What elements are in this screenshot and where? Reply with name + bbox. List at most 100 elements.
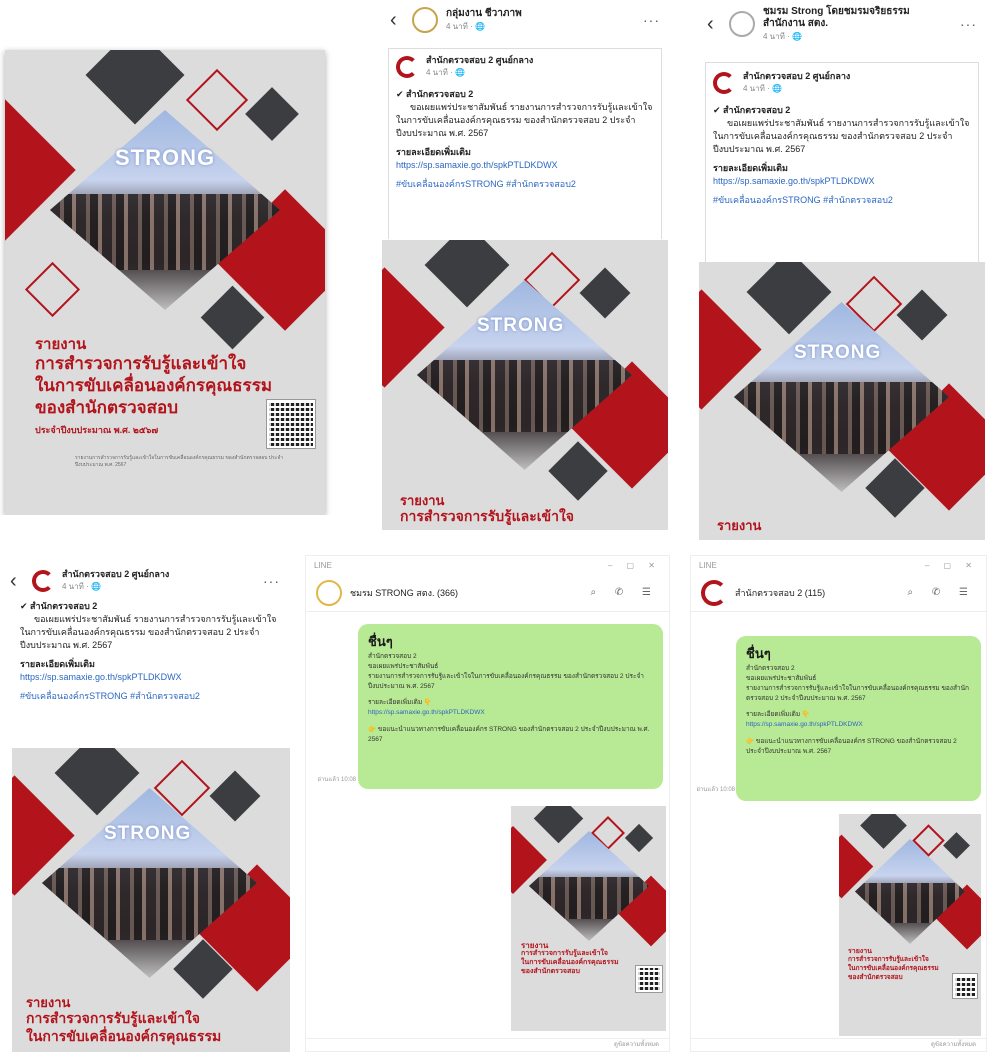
group-avatar[interactable] <box>316 579 342 606</box>
message-line2: ขอเผยแพร่ประชาสัมพันธ์ <box>746 675 817 683</box>
page-avatar[interactable] <box>32 570 54 592</box>
post-hashtags[interactable]: #ขับเคลื่อนองค์กรSTRONG #สำนักตรวจสอบ2 <box>396 178 654 191</box>
fb-header: ‹ กลุ่มงาน ชีวาภาพ 4 นาที · 🌐 ··· <box>380 0 670 40</box>
message-line4: รายละเอียดเพิ่มเติม 👇 <box>368 699 432 707</box>
message-line5: 👉 ขอแนะนำแนวทางการขับเคลื่อนองค์กร STRON… <box>746 737 957 755</box>
poster-panel: STRONG รายงาน การสำรวจการรับรู้และเข้าใจ… <box>0 35 340 515</box>
fb-post-panel-1: ‹ กลุ่มงาน ชีวาภาพ 4 นาที · 🌐 ··· สำนักต… <box>380 0 670 530</box>
post-author-line: ✔ สำนักตรวจสอบ 2 <box>396 89 474 99</box>
message-line3: รายงานการสำรวจการรับรู้และเข้าใจในการขับ… <box>368 673 644 691</box>
post-image-line1: การสำรวจการรับรู้และเข้าใจ <box>400 508 575 524</box>
shared-image[interactable]: รายงาน การสำรวจการรับรู้และเข้าใจ ในการข… <box>839 814 981 1036</box>
shared-header: สำนักตรวจสอบ 2 ศูนย์กลาง 4 นาที · 🌐 <box>380 52 670 82</box>
window-label: LINE <box>314 560 332 570</box>
post-meta: 4 นาที · 🌐 <box>763 31 802 41</box>
back-arrow-icon[interactable]: ‹ <box>10 570 24 593</box>
shared-name[interactable]: สำนักตรวจสอบ 2 ศูนย์กลาง <box>743 71 850 82</box>
more-options-icon[interactable]: ··· <box>960 16 977 32</box>
post-image-brand: STRONG <box>794 342 882 363</box>
fb-post-panel-2: ‹ ชมรม Strong โดยชมรมจริยธรรม สำนักงาน ส… <box>697 0 987 540</box>
shared-meta: 4 นาที · 🌐 <box>743 83 782 93</box>
poster-brand: STRONG <box>115 145 216 170</box>
chat-header: ชมรม STRONG สตง. (366) ⌕ ✆ ☰ <box>306 574 669 612</box>
post-description: ขอเผยแพร่ประชาสัมพันธ์ รายงานการสำรวจการ… <box>396 102 653 139</box>
message-link[interactable]: https://sp.samaxie.go.th/spkPTLDKDWX <box>746 720 971 730</box>
post-author-line: ✔ สำนักตรวจสอบ 2 <box>20 601 98 611</box>
post-link-label: รายละเอียดเพิ่มเติม <box>396 147 471 158</box>
post-author-line: ✔ สำนักตรวจสอบ 2 <box>713 105 791 115</box>
post-hashtags[interactable]: #ขับเคลื่อนองค์กรSTRONG #สำนักตรวจสอบ2 <box>20 690 278 703</box>
chat-title[interactable]: สำนักตรวจสอบ 2 (115) <box>735 586 825 600</box>
page-name[interactable]: กลุ่มงาน ชีวาภาพ <box>446 8 522 20</box>
back-arrow-icon[interactable]: ‹ <box>707 13 721 36</box>
page-avatar[interactable] <box>729 11 755 37</box>
message-bubble[interactable]: ชื่นๆ สำนักตรวจสอบ 2 ขอเผยแพร่ประชาสัมพั… <box>358 624 663 789</box>
window-controls[interactable]: – ▢ ✕ <box>608 561 661 570</box>
post-link-label: รายละเอียดเพิ่มเติม <box>20 659 95 670</box>
post-image-line2: ในการขับเคลื่อนองค์กรคุณธรรม <box>26 1028 222 1044</box>
chat-title[interactable]: ชมรม STRONG สตง. (366) <box>350 586 458 600</box>
message-timestamp: อ่านแล้ว 10:08 <box>317 777 356 783</box>
image-line1: การสำรวจการรับรู้และเข้าใจ <box>848 956 929 963</box>
post-link[interactable]: https://sp.samaxie.go.th/spkPTLDKDWX <box>20 671 278 684</box>
post-body: ✔ สำนักตรวจสอบ 2 ขอเผยแพร่ประชาสัมพันธ์ … <box>713 104 971 207</box>
fb-header: ‹ ชมรม Strong โดยชมรมจริยธรรม สำนักงาน ส… <box>697 0 987 48</box>
post-hashtags[interactable]: #ขับเคลื่อนองค์กรSTRONG #สำนักตรวจสอบ2 <box>713 194 971 207</box>
poster-outline-diamond-left <box>24 261 81 318</box>
post-image[interactable]: STRONG รายงาน <box>699 262 985 540</box>
message-timestamp: อ่านแล้ว 10:08 <box>696 787 735 793</box>
page-avatar[interactable] <box>412 7 438 33</box>
post-meta: 4 นาที · 🌐 <box>62 581 101 591</box>
message-line1: สำนักตรวจสอบ 2 <box>368 653 417 661</box>
poster-line4: ประจำปีงบประมาณ พ.ศ. ๒๕๖๗ <box>35 425 159 435</box>
chat-footer[interactable]: ดูข้อความทั้งหมด <box>614 1039 659 1049</box>
message-line5: 👉 ขอแนะนำแนวทางการขับเคลื่อนองค์กร STRON… <box>368 725 650 743</box>
more-options-icon[interactable]: ··· <box>643 12 660 28</box>
poster-qr-code <box>266 399 316 449</box>
image-line3: ของสำนักตรวจสอบ <box>848 974 903 981</box>
group-avatar[interactable] <box>701 579 727 606</box>
post-body: ✔ สำนักตรวจสอบ 2 ขอเผยแพร่ประชาสัมพันธ์ … <box>20 600 278 703</box>
message-greeting: ชื่นๆ <box>746 646 771 661</box>
fb-post-panel-3: ‹ สำนักตรวจสอบ 2 ศูนย์กลาง 4 นาที · 🌐 ··… <box>0 560 290 1052</box>
message-greeting: ชื่นๆ <box>368 634 393 649</box>
chat-header: สำนักตรวจสอบ 2 (115) ⌕ ✆ ☰ <box>691 574 986 612</box>
fb-header: ‹ สำนักตรวจสอบ 2 ศูนย์กลาง 4 นาที · 🌐 ··… <box>0 566 290 596</box>
post-body: ✔ สำนักตรวจสอบ 2 ขอเผยแพร่ประชาสัมพันธ์ … <box>396 88 654 191</box>
post-image-report: รายงาน <box>717 518 762 533</box>
post-link[interactable]: https://sp.samaxie.go.th/spkPTLDKDWX <box>713 175 971 188</box>
page-name[interactable]: ชมรม Strong โดยชมรมจริยธรรม <box>763 6 910 18</box>
window-controls[interactable]: – ▢ ✕ <box>925 561 978 570</box>
shared-name[interactable]: สำนักตรวจสอบ 2 ศูนย์กลาง <box>426 55 533 66</box>
image-line2: ในการขับเคลื่อนองค์กรคุณธรรม <box>521 959 619 966</box>
back-arrow-icon[interactable]: ‹ <box>390 9 404 32</box>
message-line3: รายงานการสำรวจการรับรู้และเข้าใจในการขับ… <box>746 685 969 703</box>
post-meta: 4 นาที · 🌐 <box>446 21 485 31</box>
chat-toolbar-icons[interactable]: ⌕ ✆ ☰ <box>907 587 976 598</box>
more-options-icon[interactable]: ··· <box>263 573 280 589</box>
shared-avatar[interactable] <box>713 72 735 94</box>
image-line3: ของสำนักตรวจสอบ <box>521 968 580 975</box>
page-name-line2[interactable]: สำนักงาน สตง. <box>763 18 910 30</box>
page-name[interactable]: สำนักตรวจสอบ 2 ศูนย์กลาง <box>62 569 169 580</box>
poster-line3: ของสำนักตรวจสอบ <box>35 398 179 417</box>
line-chat-panel-1: LINE – ▢ ✕ ชมรม STRONG สตง. (366) ⌕ ✆ ☰ … <box>305 555 670 1052</box>
window-titlebar: LINE – ▢ ✕ <box>306 556 669 574</box>
post-link[interactable]: https://sp.samaxie.go.th/spkPTLDKDWX <box>396 159 654 172</box>
post-image-brand: STRONG <box>104 823 192 844</box>
message-line1: สำนักตรวจสอบ 2 <box>746 665 795 673</box>
post-image[interactable]: STRONG รายงาน การสำรวจการรับรู้และเข้าใจ <box>382 240 668 530</box>
message-line2: ขอเผยแพร่ประชาสัมพันธ์ <box>368 663 439 671</box>
message-bubble[interactable]: ชื่นๆ สำนักตรวจสอบ 2 ขอเผยแพร่ประชาสัมพั… <box>736 636 981 801</box>
post-description: ขอเผยแพร่ประชาสัมพันธ์ รายงานการสำรวจการ… <box>20 614 277 651</box>
chat-footer[interactable]: ดูข้อความทั้งหมด <box>931 1039 976 1049</box>
chat-toolbar-icons[interactable]: ⌕ ✆ ☰ <box>590 587 659 598</box>
poster-fine-print: รายงานการสำรวจการรับรู้และเข้าใจในการขับ… <box>75 455 284 468</box>
window-titlebar: LINE – ▢ ✕ <box>691 556 986 574</box>
message-link[interactable]: https://sp.samaxie.go.th/spkPTLDKDWX <box>368 708 653 718</box>
shared-image[interactable]: รายงาน การสำรวจการรับรู้และเข้าใจ ในการข… <box>511 806 666 1031</box>
image-line1: การสำรวจการรับรู้และเข้าใจ <box>521 950 609 957</box>
post-image[interactable]: STRONG รายงาน การสำรวจการรับรู้และเข้าใจ… <box>12 748 290 1052</box>
post-image-line1: การสำรวจการรับรู้และเข้าใจ <box>26 1010 201 1026</box>
shared-avatar[interactable] <box>396 56 418 78</box>
